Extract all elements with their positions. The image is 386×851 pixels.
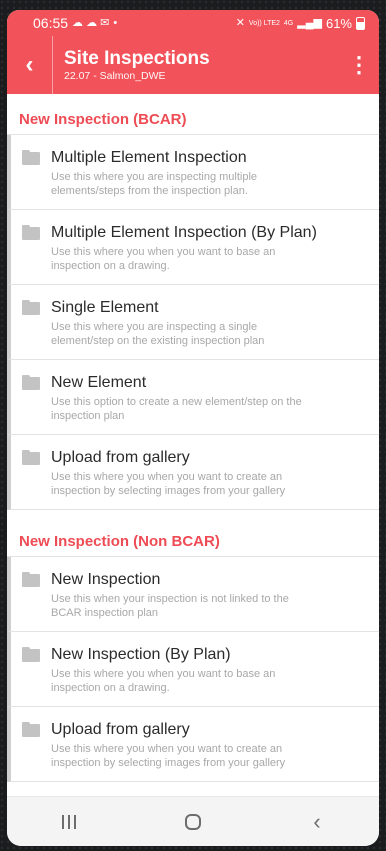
mute-icon: ✕ <box>235 16 245 29</box>
list-item[interactable]: Multiple Element Inspection (By Plan) Us… <box>7 210 379 285</box>
recents-button[interactable] <box>39 814 99 829</box>
list-item[interactable]: New Element Use this option to create a … <box>7 360 379 435</box>
folder-icon <box>22 572 40 587</box>
item-title: Upload from gallery <box>51 449 190 466</box>
item-description: Use this where you are inspecting a sing… <box>51 321 265 347</box>
more-vert-icon: ⋮ <box>348 52 370 77</box>
list-item[interactable]: New Inspection (By Plan) Use this where … <box>7 632 379 707</box>
overflow-menu-button[interactable]: ⋮ <box>339 36 379 94</box>
home-button[interactable] <box>163 813 223 830</box>
phone-screen: 06:55 ☁ ☁ ✉ • ✕ Vo)) LTE2 4G ▂▄▆ 61% ‹ S… <box>7 10 379 846</box>
item-description: Use this where you when you want to base… <box>51 668 276 694</box>
list-item[interactable]: Multiple Element Inspection Use this whe… <box>7 135 379 210</box>
clock: 06:55 <box>33 15 69 31</box>
volte-icon: Vo)) LTE2 <box>248 19 280 27</box>
list-item[interactable]: Single Element Use this where you are in… <box>7 285 379 360</box>
list-item[interactable]: Upload from gallery Use this where you w… <box>7 707 379 782</box>
battery-icon <box>356 16 365 30</box>
signal-icon: ▂▄▆ <box>297 16 322 29</box>
back-icon: ‹ <box>313 808 321 834</box>
system-navigation-bar: ‹ <box>7 796 379 846</box>
item-description: Use this where you when you want to crea… <box>51 471 286 497</box>
battery-percent: 61% <box>325 15 352 31</box>
item-description: Use this where you are inspecting multip… <box>51 171 258 197</box>
list-bcar: Multiple Element Inspection Use this whe… <box>7 134 379 510</box>
item-title: New Inspection (By Plan) <box>51 646 231 663</box>
folder-icon <box>22 300 40 315</box>
item-title: Upload from gallery <box>51 721 190 738</box>
item-title: Multiple Element Inspection (By Plan) <box>51 224 317 241</box>
item-description: Use this where you when you want to base… <box>51 246 276 272</box>
title-block: Site Inspections 22.07 - Salmon_DWE <box>53 48 339 82</box>
item-description: Use this where you when you want to crea… <box>51 743 286 769</box>
recents-icon <box>62 814 76 829</box>
item-description: Use this option to create a new element/… <box>51 396 302 422</box>
item-title: New Inspection <box>51 571 161 588</box>
list-item[interactable]: Upload from gallery Use this where you w… <box>7 435 379 510</box>
system-back-button[interactable]: ‹ <box>287 808 347 834</box>
section-heading-bcar: New Inspection (BCAR) <box>19 111 187 128</box>
network-type: 4G <box>283 19 294 27</box>
app-bar: ‹ Site Inspections 22.07 - Salmon_DWE ⋮ <box>7 36 379 94</box>
item-title: New Element <box>51 374 147 391</box>
folder-icon <box>22 150 40 165</box>
item-description: Use this when your inspection is not lin… <box>51 593 289 619</box>
notification-icons: ☁ ☁ ✉ <box>72 16 110 29</box>
notification-dot: • <box>113 16 118 29</box>
folder-icon <box>22 450 40 465</box>
item-title: Multiple Element Inspection <box>51 149 247 166</box>
folder-icon <box>22 722 40 737</box>
content: New Inspection (BCAR) Multiple Element I… <box>7 94 379 782</box>
folder-icon <box>22 375 40 390</box>
home-icon <box>185 813 201 830</box>
back-button[interactable]: ‹ <box>7 36 53 94</box>
chevron-left-icon: ‹ <box>25 51 34 78</box>
page-title: Site Inspections <box>64 48 210 69</box>
section-heading-non-bcar: New Inspection (Non BCAR) <box>19 533 220 550</box>
list-item[interactable]: New Inspection Use this when your inspec… <box>7 557 379 632</box>
status-bar: 06:55 ☁ ☁ ✉ • ✕ Vo)) LTE2 4G ▂▄▆ 61% <box>7 10 379 36</box>
list-non-bcar: New Inspection Use this when your inspec… <box>7 556 379 782</box>
page-subtitle: 22.07 - Salmon_DWE <box>64 70 166 82</box>
item-title: Single Element <box>51 299 159 316</box>
folder-icon <box>22 647 40 662</box>
folder-icon <box>22 225 40 240</box>
